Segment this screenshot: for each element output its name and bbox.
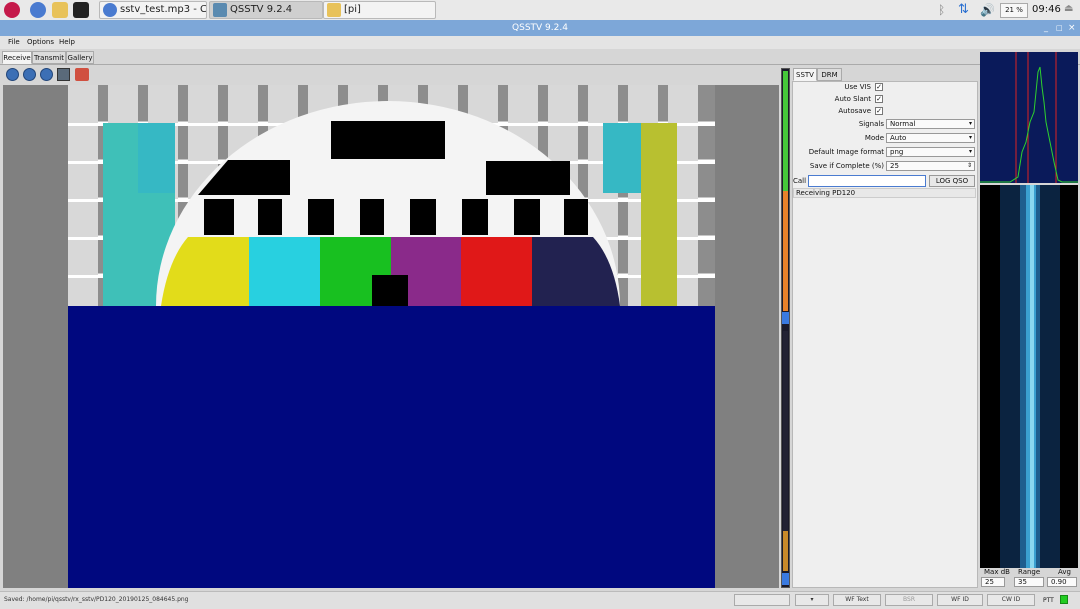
file-manager-icon[interactable] (52, 2, 68, 18)
terminal-icon[interactable] (73, 2, 89, 18)
image-format-label: Default Image format (808, 148, 884, 156)
call-input[interactable] (808, 175, 926, 187)
wf-text-dropdown[interactable]: ▾ (795, 594, 829, 606)
tab-gallery[interactable]: Gallery (66, 51, 94, 64)
avg-spinbox[interactable]: 0.90 (1047, 577, 1077, 587)
received-sstv-image (68, 85, 715, 588)
ptt-label: PTT (1043, 597, 1054, 604)
window-title: QSSTV 9.2.4 (512, 23, 568, 33)
mode-dropdown[interactable]: Auto ▾ (886, 133, 975, 143)
waterfall-display (980, 185, 1078, 568)
cw-id-button[interactable]: CW ID (987, 594, 1035, 606)
chevron-down-icon: ▾ (968, 120, 972, 127)
task-qsstv[interactable]: QSSTV 9.2.4 (209, 1, 323, 19)
mode-value: Auto (890, 134, 907, 142)
auto-slant-label: Auto Slant (834, 95, 871, 103)
use-vis-checkbox[interactable]: ✓ (875, 83, 883, 91)
save-complete-label: Save if Complete (%) (809, 162, 884, 170)
signals-value: Normal (890, 120, 916, 128)
volume-icon[interactable]: 🔊 (980, 2, 996, 18)
mode-label: Mode (864, 134, 884, 142)
folder-icon (327, 3, 341, 17)
save-complete-spinbox[interactable]: 25 ⇕ (886, 161, 975, 171)
raspberry-menu-icon[interactable] (4, 2, 20, 18)
vu-orange (783, 191, 788, 311)
vu-lower-orange (783, 531, 788, 571)
status-field (734, 594, 790, 606)
network-icon[interactable]: ⇅ (958, 2, 972, 18)
log-qso-button[interactable]: LOG QSO (929, 175, 975, 187)
erase-icon[interactable] (75, 68, 89, 81)
signal-level-meter (781, 68, 790, 588)
tab-drm[interactable]: DRM (817, 68, 842, 81)
window-titlebar: QSSTV 9.2.4 _ □ × (0, 20, 1080, 36)
minimize-button[interactable]: _ (1044, 20, 1048, 36)
taskbar: sstv_test.mp3 - Chro... QSSTV 9.2.4 [pi]… (0, 0, 1080, 21)
chevron-down-icon: ▾ (810, 596, 814, 603)
task-chromium[interactable]: sstv_test.mp3 - Chro... (99, 1, 207, 19)
signals-dropdown[interactable]: Normal ▾ (886, 119, 975, 129)
range-spinbox[interactable]: 35 (1014, 577, 1044, 587)
use-vis-label: Use VIS (844, 83, 871, 91)
vu-lower-track (783, 331, 788, 531)
range-label: Range (1018, 568, 1041, 576)
eject-icon[interactable]: ⏏ (1064, 3, 1073, 14)
autosave-label: Autosave (838, 107, 871, 115)
signals-label: Signals (858, 120, 884, 128)
stop-receive-button[interactable] (23, 68, 36, 81)
qsstv-icon (213, 3, 227, 17)
chromium-icon (103, 3, 117, 17)
vu-bottom-slider[interactable] (782, 573, 789, 585)
test-card-image (68, 85, 715, 588)
max-db-spinbox[interactable]: 25 (981, 577, 1005, 587)
clock: 09:46 (1032, 4, 1061, 15)
wf-text-button[interactable]: WF Text (833, 594, 881, 606)
call-label: Call (793, 177, 807, 185)
sstv-settings-panel (792, 81, 978, 588)
chevron-down-icon: ▾ (968, 148, 972, 155)
tab-transmit[interactable]: Transmit (32, 51, 66, 64)
menubar: File Options Help (0, 36, 1080, 49)
waterfall-plot (980, 185, 1078, 568)
spectrum-plot (980, 52, 1078, 183)
spin-arrows-icon: ⇕ (966, 162, 972, 169)
menu-help[interactable]: Help (59, 38, 75, 46)
web-browser-icon[interactable] (30, 2, 46, 18)
tab-sstv[interactable]: SSTV (793, 68, 817, 81)
max-db-label: Max dB (984, 568, 1010, 576)
image-format-dropdown[interactable]: png ▾ (886, 147, 975, 157)
ptt-indicator (1060, 595, 1068, 604)
close-button[interactable]: × (1068, 20, 1076, 36)
resync-button[interactable] (40, 68, 53, 81)
menu-file[interactable]: File (8, 38, 20, 46)
saved-path: Saved: /home/pi/qsstv/rx_sstv/PD120_2019… (4, 596, 189, 603)
cpu-usage-indicator: 21 % (1000, 3, 1028, 18)
task-file-manager[interactable]: [pi] (323, 1, 436, 19)
tab-bar-line (0, 64, 1080, 65)
receive-status: Receiving PD120 (793, 188, 976, 198)
save-complete-value: 25 (890, 162, 899, 170)
avg-label: Avg (1058, 568, 1071, 576)
bluetooth-icon[interactable]: ᛒ (938, 3, 946, 17)
maximize-button[interactable]: □ (1056, 20, 1063, 36)
autosave-checkbox[interactable]: ✓ (875, 107, 883, 115)
auto-slant-checkbox[interactable]: ✓ (875, 95, 883, 103)
wf-id-button[interactable]: WF ID (937, 594, 983, 606)
save-icon[interactable] (57, 68, 70, 81)
spectrum-display (980, 52, 1078, 183)
tab-receive[interactable]: Receive (2, 51, 32, 64)
start-receive-button[interactable] (6, 68, 19, 81)
vu-slider[interactable] (782, 312, 789, 324)
chevron-down-icon: ▾ (968, 134, 972, 141)
image-format-value: png (890, 148, 904, 156)
bsr-button[interactable]: BSR (885, 594, 933, 606)
menu-options[interactable]: Options (27, 38, 54, 46)
